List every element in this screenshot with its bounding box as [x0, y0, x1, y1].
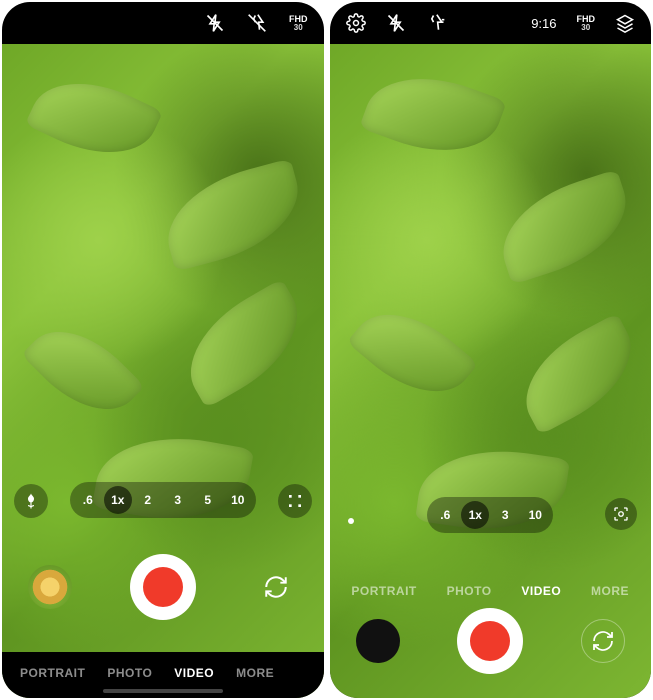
settings-icon[interactable] — [346, 13, 366, 33]
mode-photo[interactable]: PHOTO — [107, 666, 152, 680]
gallery-thumbnail[interactable] — [28, 565, 72, 609]
home-indicator[interactable] — [103, 689, 223, 693]
motion-capture-icon[interactable] — [426, 13, 446, 33]
focus-enhancer-button[interactable] — [605, 498, 637, 530]
zoom-option-4[interactable]: 5 — [194, 486, 222, 514]
aspect-ratio-button[interactable] — [278, 484, 312, 518]
mode-photo[interactable]: PHOTO — [447, 584, 492, 598]
fps-text: 30 — [289, 24, 308, 32]
zoom-option-1[interactable]: 1x — [104, 486, 132, 514]
resolution-badge[interactable]: FHD 30 — [577, 15, 596, 32]
mode-video[interactable]: VIDEO — [521, 584, 561, 598]
mode-more[interactable]: MORE — [236, 666, 274, 680]
zoom-option-2[interactable]: 3 — [491, 501, 519, 529]
control-row — [330, 608, 652, 674]
resolution-text: FHD — [289, 14, 308, 24]
macro-mode-button[interactable] — [14, 484, 48, 518]
viewfinder[interactable]: .6 1x 3 10 PORTRAIT PHOTO VIDEO MORE — [330, 44, 652, 698]
flip-camera-button[interactable] — [581, 619, 625, 663]
fps-text: 30 — [577, 24, 596, 32]
zoom-row: .6 1x 3 10 — [427, 497, 553, 533]
zoom-option-1[interactable]: 1x — [461, 501, 489, 529]
phone-left: FHD 30 .6 1x 2 3 5 10 — [2, 2, 324, 698]
record-button[interactable] — [457, 608, 523, 674]
mode-video[interactable]: VIDEO — [174, 666, 214, 680]
viewfinder[interactable]: .6 1x 2 3 5 10 PORTRAIT PHOTO VIDEO MORE — [2, 44, 324, 698]
resolution-text: FHD — [577, 14, 596, 24]
mode-portrait[interactable]: PORTRAIT — [20, 666, 85, 680]
zoom-option-5[interactable]: 10 — [224, 486, 252, 514]
filters-icon[interactable] — [615, 13, 635, 33]
flash-off-icon[interactable] — [205, 13, 225, 33]
phone-right: 9:16 FHD 30 .6 1x 3 10 PORTRAIT P — [330, 2, 652, 698]
zoom-option-0[interactable]: .6 — [431, 501, 459, 529]
record-button[interactable] — [130, 554, 196, 620]
timer-label[interactable]: 9:16 — [531, 16, 556, 31]
mode-portrait[interactable]: PORTRAIT — [351, 584, 416, 598]
indicator-dot — [348, 518, 354, 524]
mode-more[interactable]: MORE — [591, 584, 629, 598]
mode-bar: PORTRAIT PHOTO VIDEO MORE — [330, 584, 652, 598]
zoom-option-3[interactable]: 3 — [164, 486, 192, 514]
resolution-badge[interactable]: FHD 30 — [289, 15, 308, 32]
control-row — [2, 554, 324, 620]
gallery-thumbnail[interactable] — [356, 619, 400, 663]
motion-photo-off-icon[interactable] — [247, 13, 267, 33]
flash-off-icon[interactable] — [386, 13, 406, 33]
topbar: FHD 30 — [2, 2, 324, 44]
topbar: 9:16 FHD 30 — [330, 2, 652, 44]
flip-camera-button[interactable] — [254, 565, 298, 609]
zoom-option-3[interactable]: 10 — [521, 501, 549, 529]
zoom-option-2[interactable]: 2 — [134, 486, 162, 514]
zoom-option-0[interactable]: .6 — [74, 486, 102, 514]
zoom-row: .6 1x 2 3 5 10 — [70, 482, 256, 518]
